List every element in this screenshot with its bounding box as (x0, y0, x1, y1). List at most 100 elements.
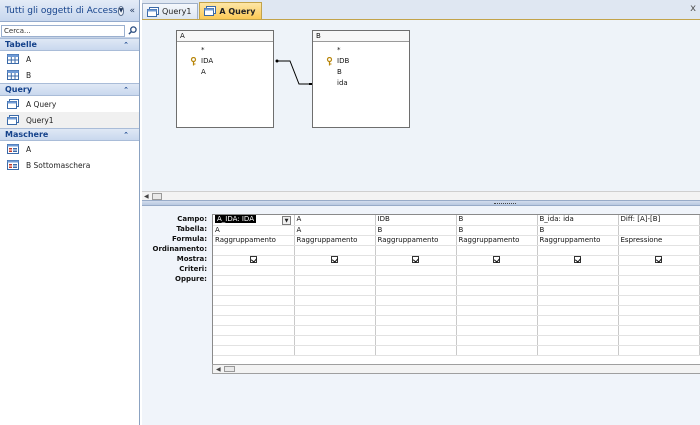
grid-cell[interactable] (213, 315, 295, 326)
grid-cell-criteri[interactable] (375, 265, 457, 276)
grid-cell[interactable] (456, 345, 538, 356)
show-checkbox[interactable] (249, 256, 257, 263)
grid-cell-mostra[interactable] (618, 255, 700, 266)
group-header-tabelle[interactable]: Tabelle ⌃ (0, 38, 139, 51)
grid-cell-campo[interactable]: B (456, 215, 538, 226)
field-idb[interactable]: IDB (313, 56, 409, 67)
grid-cell-mostra[interactable] (375, 255, 457, 266)
field-b[interactable]: B (313, 67, 409, 78)
grid-cell-formula[interactable]: Raggruppamento (294, 235, 376, 246)
show-checkbox[interactable] (655, 256, 662, 263)
group-header-maschere[interactable]: Maschere ⌃ (0, 128, 139, 141)
search-input[interactable] (1, 24, 125, 37)
scroll-thumb[interactable] (224, 366, 235, 372)
nav-item-query-a[interactable]: A Query (0, 96, 139, 112)
grid-cell[interactable] (375, 315, 457, 326)
grid-cell[interactable] (618, 325, 700, 336)
grid-cell[interactable] (537, 325, 619, 336)
grid-cell-formula[interactable]: Raggruppamento (537, 235, 619, 246)
grid-cell[interactable] (618, 345, 700, 356)
scroll-left-icon[interactable]: ◀ (144, 193, 149, 200)
grid-cell-campo[interactable]: IDB (375, 215, 457, 226)
field-a[interactable]: A (177, 67, 273, 78)
grid-cell-oppure[interactable] (294, 275, 376, 286)
grid-cell-tabella[interactable]: B (375, 225, 457, 236)
grid-cell-mostra[interactable] (294, 255, 376, 266)
grid-cell-ordinamento[interactable] (375, 245, 457, 256)
grid-cell[interactable] (294, 315, 376, 326)
scroll-left-icon[interactable]: ◀ (216, 366, 221, 373)
grid-cell-mostra[interactable] (537, 255, 619, 266)
grid-cell-formula[interactable]: Espressione (618, 235, 700, 246)
grid-cell[interactable] (213, 325, 295, 336)
grid-cell[interactable] (456, 315, 538, 326)
grid-cell[interactable] (537, 315, 619, 326)
field-all[interactable]: * (313, 45, 409, 56)
grid-cell[interactable] (618, 315, 700, 326)
grid-cell[interactable] (294, 285, 376, 296)
grid-cell[interactable] (456, 285, 538, 296)
grid-cell-campo[interactable]: B_ida: ida (537, 215, 619, 226)
grid-cell[interactable] (294, 335, 376, 346)
grid-cell[interactable] (213, 295, 295, 306)
grid-cell[interactable] (456, 295, 538, 306)
nav-pane-title[interactable]: Tutti gli oggetti di Access (5, 6, 118, 16)
splitter-grip[interactable] (494, 203, 516, 204)
grid-cell-criteri[interactable] (213, 265, 295, 276)
grid-cell[interactable] (213, 305, 295, 316)
nav-item-table-a[interactable]: A (0, 51, 139, 67)
table-box-title[interactable]: B (313, 31, 409, 42)
nav-pane-header[interactable]: Tutti gli oggetti di Access ▼ « (0, 0, 139, 22)
field-ida[interactable]: IDA (177, 56, 273, 67)
field-ida-fk[interactable]: ida (313, 78, 409, 89)
collapse-pane-icon[interactable]: « (129, 6, 135, 16)
search-icon[interactable] (125, 25, 139, 37)
close-icon[interactable]: x (690, 3, 696, 14)
grid-cell[interactable] (537, 285, 619, 296)
grid-cell-tabella[interactable]: A (294, 225, 376, 236)
grid-cell-mostra[interactable] (213, 255, 295, 266)
grid-cell[interactable] (456, 325, 538, 336)
collapse-up-icon[interactable]: ⌃ (123, 86, 129, 94)
grid-cell-tabella[interactable]: B (537, 225, 619, 236)
nav-item-form-b-sottomaschera[interactable]: B Sottomaschera (0, 157, 139, 173)
grid-cell[interactable] (537, 345, 619, 356)
grid-cell-criteri[interactable] (456, 265, 538, 276)
show-checkbox[interactable] (412, 256, 419, 263)
grid-cell-formula[interactable]: Raggruppamento (456, 235, 538, 246)
grid-cell-ordinamento[interactable] (618, 245, 700, 256)
grid-cell-oppure[interactable] (375, 275, 457, 286)
group-header-query[interactable]: Query ⌃ (0, 83, 139, 96)
grid-cell[interactable] (375, 305, 457, 316)
grid-cell-formula[interactable]: Raggruppamento (375, 235, 457, 246)
show-checkbox[interactable] (493, 256, 500, 263)
grid-cell[interactable] (375, 285, 457, 296)
grid-cell[interactable] (375, 325, 457, 336)
grid-cell[interactable] (213, 345, 295, 356)
grid-cell[interactable] (294, 345, 376, 356)
show-checkbox[interactable] (331, 256, 338, 263)
grid-cell-campo[interactable]: A (294, 215, 376, 226)
tab-query1[interactable]: Query1 (142, 3, 199, 19)
scroll-thumb[interactable] (152, 193, 162, 200)
grid-cell[interactable] (618, 335, 700, 346)
grid-cell-ordinamento[interactable] (456, 245, 538, 256)
grid-cell[interactable] (375, 295, 457, 306)
grid-cell-oppure[interactable] (456, 275, 538, 286)
nav-item-table-b[interactable]: B (0, 67, 139, 83)
grid-cell[interactable] (294, 305, 376, 316)
grid-cell-criteri[interactable] (618, 265, 700, 276)
nav-item-query1[interactable]: Query1 (0, 112, 139, 128)
chevron-down-icon[interactable]: ▼ (282, 216, 291, 225)
chevron-down-icon[interactable]: ▼ (117, 5, 125, 16)
nav-item-form-a[interactable]: A (0, 141, 139, 157)
collapse-up-icon[interactable]: ⌃ (123, 131, 129, 139)
grid-cell-tabella[interactable]: B (456, 225, 538, 236)
grid-cell[interactable] (456, 305, 538, 316)
upper-horizontal-scrollbar[interactable]: ◀ (142, 191, 700, 200)
grid-cell-campo[interactable]: Diff: [A]-[B] (618, 215, 700, 226)
grid-cell[interactable] (294, 325, 376, 336)
grid-cell[interactable] (618, 295, 700, 306)
grid-cell[interactable] (375, 335, 457, 346)
table-box-b[interactable]: B * IDB B ida (312, 30, 410, 128)
